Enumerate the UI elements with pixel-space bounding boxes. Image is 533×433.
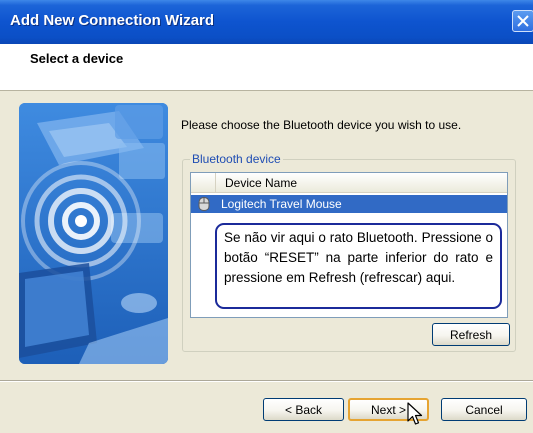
back-button[interactable]: < Back xyxy=(263,398,344,421)
annotation-callout: Se não vir aqui o rato Bluetooth. Pressi… xyxy=(215,223,502,309)
device-name: Logitech Travel Mouse xyxy=(221,197,342,211)
mouse-pointer-icon xyxy=(407,402,423,433)
window-title: Add New Connection Wizard xyxy=(10,12,215,29)
list-header: Device Name xyxy=(191,173,507,193)
title-bar: Add New Connection Wizard xyxy=(0,0,533,44)
cancel-button[interactable]: Cancel xyxy=(441,398,527,421)
column-header-icon[interactable] xyxy=(191,173,216,192)
wizard-header: Select a device xyxy=(0,44,533,91)
column-header-device-name[interactable]: Device Name xyxy=(225,176,297,190)
close-icon xyxy=(517,15,529,27)
mouse-icon xyxy=(198,196,210,216)
wizard-illustration xyxy=(19,103,168,364)
close-button[interactable] xyxy=(512,10,533,32)
page-title: Select a device xyxy=(30,51,124,66)
instruction-text: Please choose the Bluetooth device you w… xyxy=(181,118,462,132)
footer-divider xyxy=(0,380,533,382)
group-label: Bluetooth device xyxy=(190,152,283,166)
list-item[interactable]: Logitech Travel Mouse xyxy=(191,195,507,213)
refresh-button[interactable]: Refresh xyxy=(432,323,510,346)
